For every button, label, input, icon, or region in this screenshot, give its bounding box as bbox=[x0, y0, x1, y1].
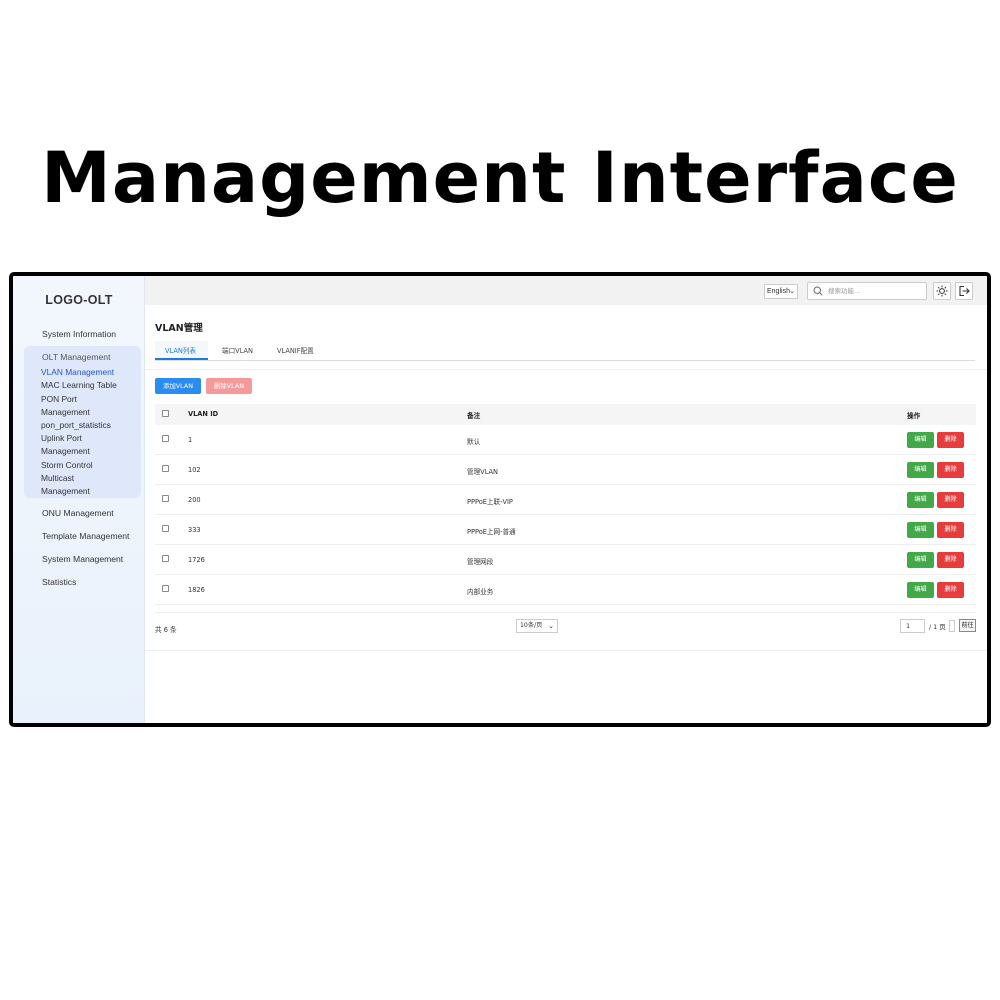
page-size-select[interactable]: 10条/页 ⌄ bbox=[516, 619, 558, 633]
header-vlan-id: VLAN ID bbox=[188, 410, 219, 418]
active-tab-indicator bbox=[155, 358, 208, 360]
sidebar-subitem-multicast-management[interactable]: Multicast Management bbox=[41, 472, 101, 498]
language-value: English bbox=[767, 288, 790, 295]
page-size-value: 10条/页 bbox=[520, 622, 543, 629]
tab-vlanif-config[interactable]: VLANIF配置 bbox=[277, 345, 314, 355]
table-row: 333 PPPoE上网-普通 编辑 删除 bbox=[155, 515, 976, 545]
delete-button[interactable]: 删除 bbox=[937, 582, 964, 598]
content-title: VLAN管理 bbox=[155, 323, 203, 334]
cell-remark: 管理网段 bbox=[467, 558, 494, 566]
chevron-down-icon: ⌄ bbox=[548, 622, 554, 630]
edit-button[interactable]: 编辑 bbox=[907, 492, 934, 508]
sidebar: LOGO-OLT System Information OLT Manageme… bbox=[13, 276, 145, 723]
sidebar-subitem-uplink-port-management[interactable]: Uplink Port Management bbox=[41, 432, 101, 458]
delete-button[interactable]: 删除 bbox=[937, 522, 964, 538]
row-checkbox[interactable] bbox=[162, 495, 169, 502]
table-row: 1826 内部业务 编辑 删除 bbox=[155, 575, 976, 605]
cell-remark: 内部业务 bbox=[467, 588, 494, 596]
delete-button[interactable]: 删除 bbox=[937, 492, 964, 508]
sidebar-item-onu-management[interactable]: ONU Management bbox=[42, 508, 114, 518]
delete-button[interactable]: 删除 bbox=[937, 552, 964, 568]
total-count: 共 6 条 bbox=[155, 626, 177, 634]
sidebar-subitem-vlan-management[interactable]: VLAN Management bbox=[41, 366, 127, 379]
sun-icon bbox=[936, 285, 948, 297]
main-content: VLAN管理 VLAN列表 端口VLAN VLANIF配置 添加VLAN 删除V… bbox=[145, 305, 987, 723]
row-checkbox[interactable] bbox=[162, 555, 169, 562]
tab-port-vlan[interactable]: 端口VLAN bbox=[222, 345, 253, 355]
row-checkbox[interactable] bbox=[162, 585, 169, 592]
edit-button[interactable]: 编辑 bbox=[907, 522, 934, 538]
cell-vlan-id: 200 bbox=[188, 496, 201, 504]
select-all-checkbox[interactable] bbox=[162, 410, 169, 417]
cell-vlan-id: 102 bbox=[188, 466, 201, 474]
page-number-input[interactable]: 1 bbox=[900, 619, 925, 633]
cell-vlan-id: 1 bbox=[188, 436, 193, 444]
divider bbox=[145, 369, 987, 370]
edit-button[interactable]: 编辑 bbox=[907, 552, 934, 568]
table-row: 200 PPPoE上联-VIP 编辑 删除 bbox=[155, 485, 976, 515]
chevron-down-icon: ⌄ bbox=[789, 288, 795, 295]
sidebar-item-statistics[interactable]: Statistics bbox=[42, 577, 76, 587]
cell-remark: PPPoE上联-VIP bbox=[467, 498, 513, 506]
delete-button[interactable]: 删除 bbox=[937, 462, 964, 478]
sidebar-item-olt-management[interactable]: OLT Management bbox=[42, 352, 110, 362]
edit-button[interactable]: 编辑 bbox=[907, 462, 934, 478]
header-remark: 备注 bbox=[467, 412, 481, 420]
search-input[interactable] bbox=[828, 284, 923, 298]
divider bbox=[145, 650, 987, 651]
logout-button[interactable] bbox=[955, 282, 973, 300]
edit-button[interactable]: 编辑 bbox=[907, 582, 934, 598]
header-action: 操作 bbox=[907, 412, 921, 420]
cell-vlan-id: 1826 bbox=[188, 586, 205, 594]
row-checkbox[interactable] bbox=[162, 525, 169, 532]
table-row: 1726 管理网段 编辑 删除 bbox=[155, 545, 976, 575]
page-count: / 1 页 bbox=[929, 623, 946, 631]
language-select[interactable]: English ⌄ bbox=[764, 284, 798, 299]
edit-button[interactable]: 编辑 bbox=[907, 432, 934, 448]
top-bar: English ⌄ bbox=[145, 276, 987, 305]
sidebar-subitem-pon-port-management[interactable]: PON Port Management bbox=[41, 393, 101, 419]
table-row: 1 默认 编辑 删除 bbox=[155, 425, 976, 455]
cell-remark: 默认 bbox=[467, 438, 481, 446]
tab-vlan-list[interactable]: VLAN列表 bbox=[165, 345, 196, 355]
cell-remark: PPPoE上网-普通 bbox=[467, 528, 516, 536]
tab-bar: VLAN列表 端口VLAN VLANIF配置 bbox=[155, 341, 975, 361]
search-box[interactable] bbox=[807, 282, 927, 300]
theme-toggle-button[interactable] bbox=[933, 282, 951, 300]
search-icon bbox=[813, 286, 823, 296]
sidebar-item-system-information[interactable]: System Information bbox=[42, 329, 116, 339]
table-row: 102 管理VLAN 编辑 删除 bbox=[155, 455, 976, 485]
screenshot-frame: LOGO-OLT System Information OLT Manageme… bbox=[9, 272, 991, 727]
next-page-button[interactable] bbox=[949, 620, 955, 632]
sidebar-item-template-management[interactable]: Template Management bbox=[42, 531, 129, 541]
cell-vlan-id: 1726 bbox=[188, 556, 205, 564]
row-checkbox[interactable] bbox=[162, 465, 169, 472]
logout-icon bbox=[959, 285, 970, 297]
add-vlan-button[interactable]: 添加VLAN bbox=[155, 378, 201, 394]
sidebar-subitem-mac-learning-table[interactable]: MAC Learning Table bbox=[41, 379, 127, 392]
delete-vlan-button[interactable]: 删除VLAN bbox=[206, 378, 252, 394]
sidebar-subitem-storm-control[interactable]: Storm Control bbox=[41, 459, 127, 472]
pagination: 共 6 条 10条/页 ⌄ 1 / 1 页 前往 bbox=[155, 612, 976, 642]
cell-vlan-id: 333 bbox=[188, 526, 201, 534]
sidebar-subitem-pon-port-statistics[interactable]: pon_port_statistics bbox=[41, 419, 127, 432]
go-to-page-button[interactable]: 前往 bbox=[959, 619, 976, 632]
page-heading: Management Interface bbox=[41, 137, 959, 219]
vlan-table: VLAN ID 备注 操作 1 默认 编辑 删除 102 管理VLAN 编辑 删… bbox=[155, 404, 976, 605]
cell-remark: 管理VLAN bbox=[467, 468, 498, 476]
row-checkbox[interactable] bbox=[162, 435, 169, 442]
logo: LOGO-OLT bbox=[45, 293, 113, 307]
sidebar-item-system-management[interactable]: System Management bbox=[42, 554, 123, 564]
table-header: VLAN ID 备注 操作 bbox=[155, 404, 976, 425]
delete-button[interactable]: 删除 bbox=[937, 432, 964, 448]
